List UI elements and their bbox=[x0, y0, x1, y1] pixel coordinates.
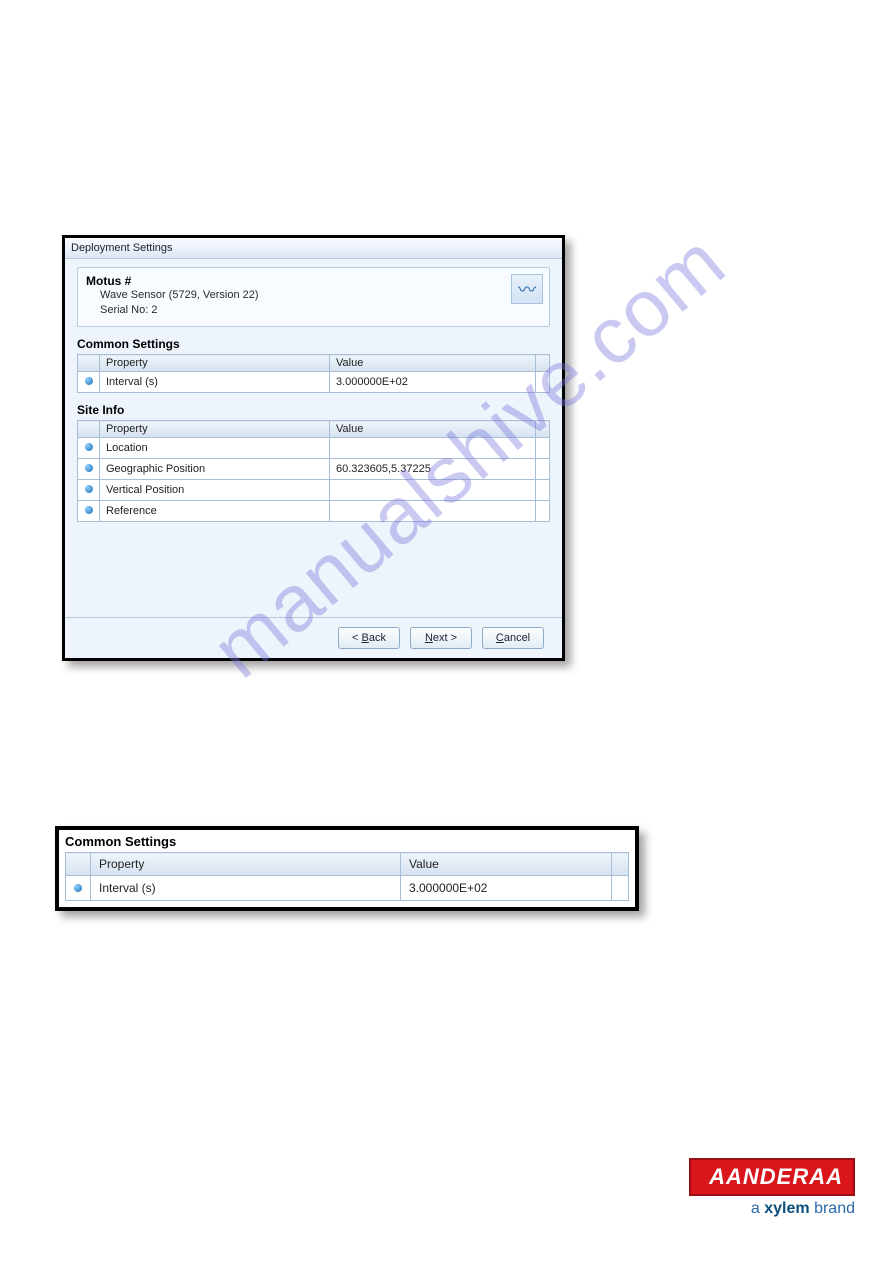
cancel-rest: ancel bbox=[504, 632, 530, 644]
row-bullet bbox=[66, 876, 91, 901]
row-bullet bbox=[78, 501, 100, 522]
header-trailing bbox=[612, 853, 629, 876]
back-prefix: < bbox=[352, 632, 361, 644]
table-row[interactable]: Location bbox=[78, 438, 550, 459]
brand-footer: AANDERAA a xylem brand bbox=[689, 1158, 855, 1218]
next-rest: ext > bbox=[433, 632, 457, 644]
site-info-heading: Site Info bbox=[77, 403, 550, 417]
trailing-cell bbox=[536, 480, 550, 501]
table-row[interactable]: Reference bbox=[78, 501, 550, 522]
wave-icon: 〰 bbox=[511, 274, 543, 304]
header-trailing bbox=[536, 421, 550, 438]
info-icon bbox=[74, 884, 82, 892]
info-icon bbox=[85, 485, 93, 493]
value-cell[interactable] bbox=[330, 480, 536, 501]
common-settings-cutout: Common Settings Property Value Interval … bbox=[55, 826, 639, 911]
common-settings-heading-2: Common Settings bbox=[65, 834, 629, 849]
header-value: Value bbox=[330, 355, 536, 372]
back-underline: B bbox=[362, 632, 369, 644]
tagline-c: brand bbox=[810, 1200, 855, 1217]
trailing-cell bbox=[536, 501, 550, 522]
row-bullet bbox=[78, 372, 100, 393]
trailing-cell bbox=[536, 459, 550, 480]
dialog-title: Deployment Settings bbox=[65, 238, 562, 259]
brand-logo: AANDERAA bbox=[689, 1158, 855, 1196]
row-bullet bbox=[78, 480, 100, 501]
row-bullet bbox=[78, 438, 100, 459]
brand-tagline: a xylem brand bbox=[689, 1200, 855, 1218]
info-icon bbox=[85, 377, 93, 385]
trailing-cell bbox=[536, 372, 550, 393]
next-underline: N bbox=[425, 632, 433, 644]
property-cell: Interval (s) bbox=[91, 876, 401, 901]
table-row[interactable]: Geographic Position 60.323605,5.37225 bbox=[78, 459, 550, 480]
table-row[interactable]: Interval (s) 3.000000E+02 bbox=[78, 372, 550, 393]
table-row[interactable]: Interval (s) 3.000000E+02 bbox=[66, 876, 629, 901]
table-header-row: Property Value bbox=[66, 853, 629, 876]
deployment-settings-dialog: Deployment Settings Motus # Wave Sensor … bbox=[62, 235, 565, 661]
back-rest: ack bbox=[369, 632, 386, 644]
trailing-cell bbox=[536, 438, 550, 459]
cancel-underline: C bbox=[496, 632, 504, 644]
device-subtitle-1: Wave Sensor (5729, Version 22) bbox=[100, 288, 541, 303]
property-cell: Interval (s) bbox=[100, 372, 330, 393]
info-icon bbox=[85, 464, 93, 472]
site-info-table: Property Value Location Geographic Posit… bbox=[77, 420, 550, 522]
info-icon bbox=[85, 443, 93, 451]
header-blank bbox=[78, 355, 100, 372]
cancel-button[interactable]: Cancel bbox=[482, 627, 544, 649]
next-button[interactable]: Next > bbox=[410, 627, 472, 649]
dialog-body: Motus # Wave Sensor (5729, Version 22) S… bbox=[65, 259, 562, 522]
row-bullet bbox=[78, 459, 100, 480]
table-row[interactable]: Vertical Position bbox=[78, 480, 550, 501]
header-trailing bbox=[536, 355, 550, 372]
table-header-row: Property Value bbox=[78, 355, 550, 372]
header-value: Value bbox=[330, 421, 536, 438]
common-settings-table-2: Property Value Interval (s) 3.000000E+02 bbox=[65, 852, 629, 901]
value-cell[interactable] bbox=[330, 438, 536, 459]
header-property: Property bbox=[100, 421, 330, 438]
value-cell[interactable]: 3.000000E+02 bbox=[401, 876, 612, 901]
dialog-footer: < Back Next > Cancel bbox=[65, 617, 562, 658]
info-icon bbox=[85, 506, 93, 514]
device-header-panel: Motus # Wave Sensor (5729, Version 22) S… bbox=[77, 267, 550, 327]
value-cell[interactable] bbox=[330, 501, 536, 522]
common-settings-heading: Common Settings bbox=[77, 337, 550, 351]
back-button[interactable]: < Back bbox=[338, 627, 400, 649]
tagline-b: xylem bbox=[764, 1200, 809, 1217]
common-settings-table: Property Value Interval (s) 3.000000E+02 bbox=[77, 354, 550, 393]
property-cell: Vertical Position bbox=[100, 480, 330, 501]
property-cell: Geographic Position bbox=[100, 459, 330, 480]
device-name: Motus # bbox=[86, 274, 541, 288]
header-blank bbox=[66, 853, 91, 876]
header-blank bbox=[78, 421, 100, 438]
value-cell[interactable]: 60.323605,5.37225 bbox=[330, 459, 536, 480]
value-cell[interactable]: 3.000000E+02 bbox=[330, 372, 536, 393]
tagline-a: a bbox=[751, 1200, 764, 1217]
header-property: Property bbox=[100, 355, 330, 372]
trailing-cell bbox=[612, 876, 629, 901]
table-header-row: Property Value bbox=[78, 421, 550, 438]
device-subtitle-2: Serial No: 2 bbox=[100, 303, 541, 318]
property-cell: Location bbox=[100, 438, 330, 459]
header-value: Value bbox=[401, 853, 612, 876]
property-cell: Reference bbox=[100, 501, 330, 522]
header-property: Property bbox=[91, 853, 401, 876]
